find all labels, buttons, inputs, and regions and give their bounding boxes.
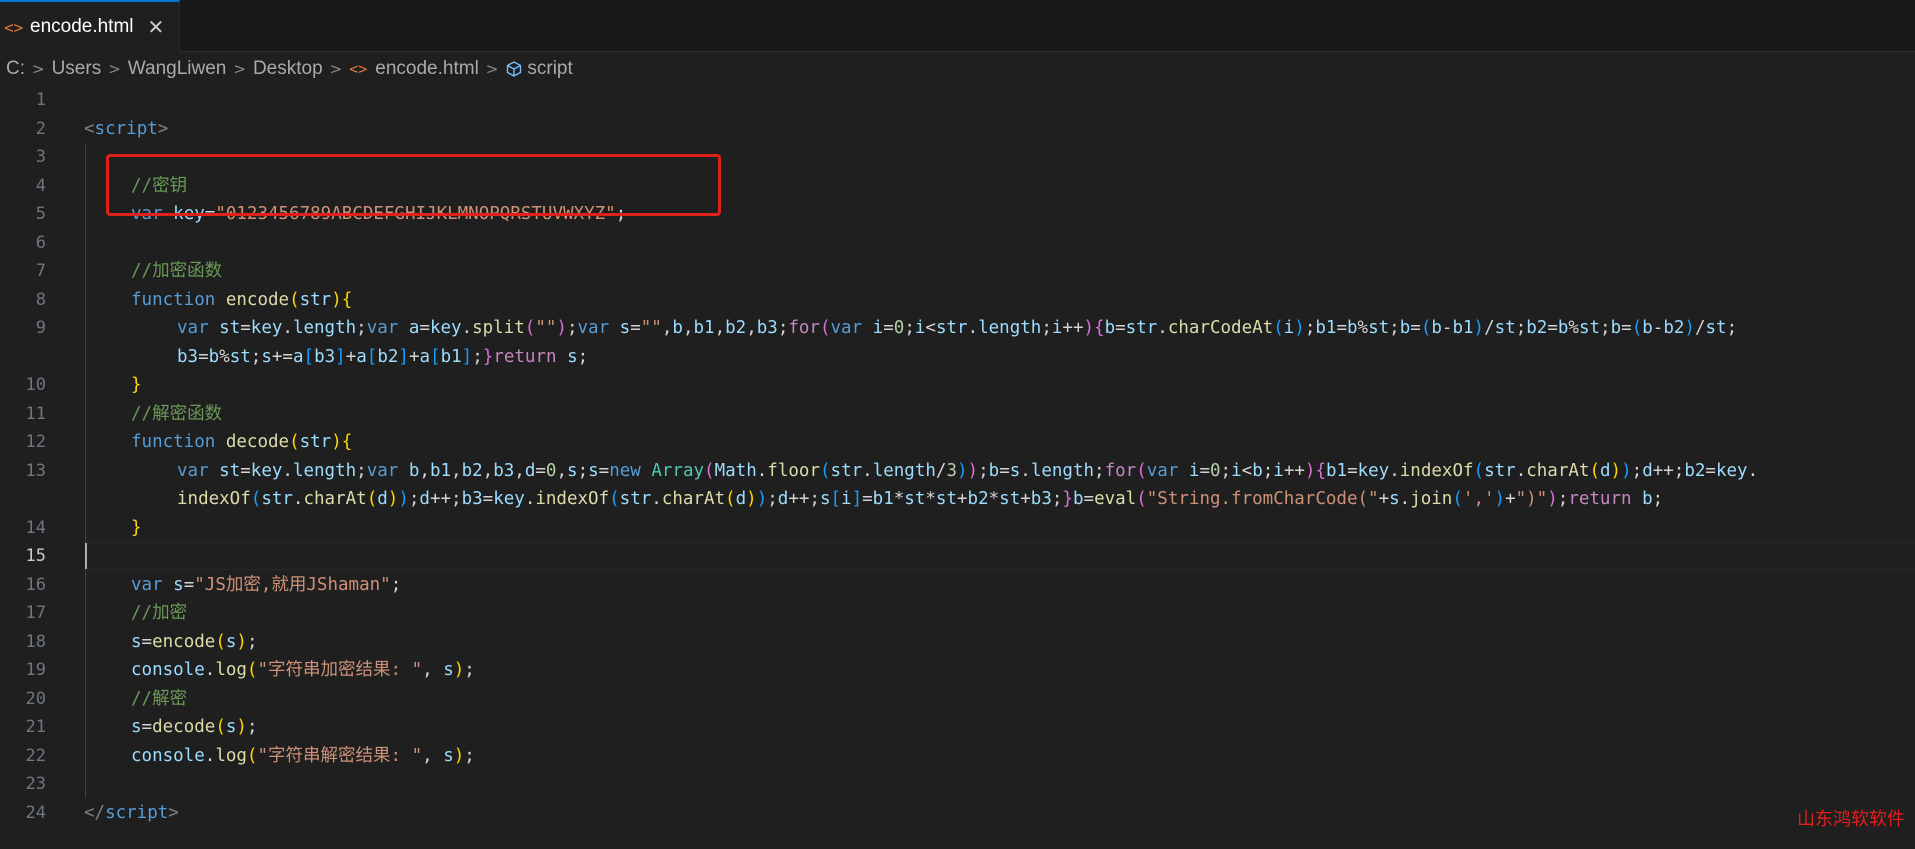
line-number: 17 <box>25 603 46 623</box>
chevron-right-icon: > <box>108 60 121 78</box>
indent-guide <box>85 143 86 542</box>
line-number: 12 <box>25 432 46 452</box>
watermark-text: 山东鸿软软件 <box>1797 809 1905 830</box>
line-number: 11 <box>25 403 46 424</box>
breadcrumb-users[interactable]: Users <box>52 58 102 80</box>
line-number: 9 <box>35 318 46 338</box>
code-line: </script> <box>84 802 179 823</box>
breadcrumb-folder[interactable]: Desktop <box>253 58 323 80</box>
breadcrumb-file[interactable]: encode.html <box>375 58 479 80</box>
breadcrumb-drive[interactable]: C: <box>6 58 25 80</box>
line-number: 16 <box>25 574 46 595</box>
code-line: var s="JS加密,就用JShaman"; <box>131 574 402 595</box>
chevron-right-icon: > <box>329 60 343 78</box>
code-line: function decode(str){ <box>131 432 353 452</box>
chevron-right-icon: > <box>233 60 246 78</box>
code-line: s=encode(s); <box>131 631 258 652</box>
breadcrumb-user[interactable]: WangLiwen <box>128 58 227 80</box>
tab-title: encode.html <box>30 16 134 37</box>
indent-guide <box>85 570 86 798</box>
line-number: 10 <box>25 375 46 395</box>
breadcrumb: C: > Users > WangLiwen > Desktop > <> en… <box>0 52 1915 86</box>
breadcrumb-symbol[interactable]: script <box>527 58 572 80</box>
code-line: s=decode(s); <box>131 717 258 737</box>
line-number: 13 <box>25 460 46 481</box>
code-line: console.log("字符串解密结果: ", s); <box>131 745 475 766</box>
chevron-right-icon: > <box>32 60 45 78</box>
code-line-wrapped: b3=b%st;s+=a[b3]+a[b2]+a[b1];}return s; <box>177 346 589 367</box>
code-line: } <box>131 517 142 538</box>
tab-encode-html[interactable]: <> encode.html ✕ <box>0 0 180 52</box>
line-number: 3 <box>35 147 46 167</box>
line-number-active: 15 <box>25 546 46 566</box>
html-file-icon: <> <box>349 60 368 78</box>
line-number: 5 <box>35 204 46 224</box>
line-number: 19 <box>25 660 46 680</box>
line-number: 4 <box>35 175 46 196</box>
symbol-cube-icon <box>507 61 522 77</box>
code-line: var st=key.length;var b,b1,b2,b3,d=0,s;s… <box>177 460 1759 481</box>
code-line: var st=key.length;var a=key.split("");va… <box>177 318 1738 338</box>
line-number: 1 <box>35 90 46 110</box>
line-number: 14 <box>25 517 46 538</box>
code-line: //解密 <box>131 688 188 709</box>
line-number: 2 <box>35 118 46 139</box>
code-line: console.log("字符串加密结果: ", s); <box>131 660 475 680</box>
line-number: 6 <box>35 232 46 253</box>
chevron-right-icon: > <box>485 60 499 78</box>
tab-bar: <> encode.html ✕ <box>0 0 1915 52</box>
line-number: 7 <box>35 261 46 281</box>
html-file-icon: <> <box>4 17 24 37</box>
code-line: function encode(str){ <box>131 289 353 310</box>
code-line: } <box>131 375 142 395</box>
line-number: 8 <box>35 289 46 310</box>
code-line: //加密 <box>131 603 188 623</box>
line-number: 23 <box>25 774 46 794</box>
line-number: 24 <box>25 802 46 823</box>
line-number: 18 <box>25 631 46 652</box>
line-number: 22 <box>25 745 46 766</box>
code-line: //解密函数 <box>131 403 223 424</box>
code-line: <script> <box>84 118 169 139</box>
current-line-highlight <box>84 542 1915 570</box>
code-line: //加密函数 <box>131 261 223 281</box>
code-line-wrapped: indexOf(str.charAt(d));d++;b3=key.indexO… <box>177 489 1664 509</box>
text-cursor <box>85 543 87 569</box>
line-number: 20 <box>25 688 46 709</box>
close-icon[interactable]: ✕ <box>148 15 165 40</box>
annotation-highlight-box <box>106 154 721 216</box>
line-number: 21 <box>25 717 46 737</box>
